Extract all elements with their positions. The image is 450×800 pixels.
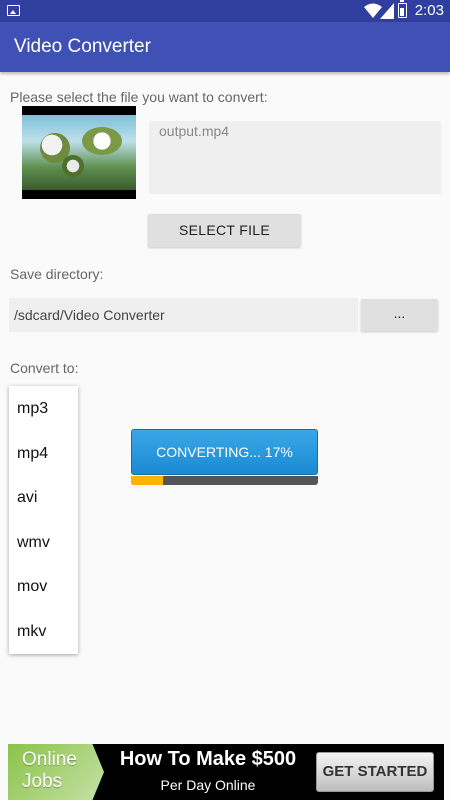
picture-icon <box>7 5 20 16</box>
select-file-button[interactable]: SELECT FILE <box>148 214 301 247</box>
file-name-field[interactable]: output.mp4 <box>149 121 441 194</box>
format-option-mp4[interactable]: mp4 <box>17 445 48 463</box>
thumbnail-scene <box>22 115 136 190</box>
conversion-progress-bar <box>131 476 318 485</box>
battery-icon <box>398 0 407 18</box>
format-option-wmv[interactable]: wmv <box>17 534 50 552</box>
ad-logo: Online Jobs <box>8 744 104 800</box>
status-bar: 2:03 <box>0 0 450 22</box>
ad-logo-line1: Online <box>22 749 77 770</box>
app-title: Video Converter <box>14 36 151 57</box>
convert-to-label: Convert to: <box>10 360 79 376</box>
ad-get-started-button[interactable]: GET STARTED <box>316 752 434 792</box>
save-directory-value: /sdcard/Video Converter <box>14 307 165 323</box>
file-name-value: output.mp4 <box>159 123 230 139</box>
format-option-mp3[interactable]: mp3 <box>17 400 48 418</box>
save-directory-label: Save directory: <box>10 266 104 282</box>
format-dropdown-list: mp3 mp4 avi wmv mov mkv <box>9 386 78 654</box>
format-option-mov[interactable]: mov <box>17 578 47 596</box>
ad-logo-line2: Jobs <box>22 771 63 792</box>
signal-icon <box>380 3 394 19</box>
file-prompt-label: Please select the file you want to conve… <box>10 89 268 105</box>
format-option-avi[interactable]: avi <box>17 489 37 507</box>
ad-banner[interactable]: Online Jobs How To Make $500 Per Day Onl… <box>8 744 444 800</box>
format-option-mkv[interactable]: mkv <box>17 623 46 641</box>
app-bar: Video Converter <box>0 22 450 72</box>
browse-directory-button[interactable]: ... <box>361 299 438 331</box>
video-thumbnail <box>22 106 136 199</box>
conversion-progress-fill <box>131 476 163 485</box>
status-time: 2:03 <box>414 2 444 19</box>
convert-button[interactable]: CONVERTING... 17% <box>131 429 318 475</box>
ad-subline: Per Day Online <box>160 777 256 793</box>
save-directory-field[interactable]: /sdcard/Video Converter <box>9 298 358 332</box>
ad-headline: How To Make $500 <box>119 748 297 770</box>
